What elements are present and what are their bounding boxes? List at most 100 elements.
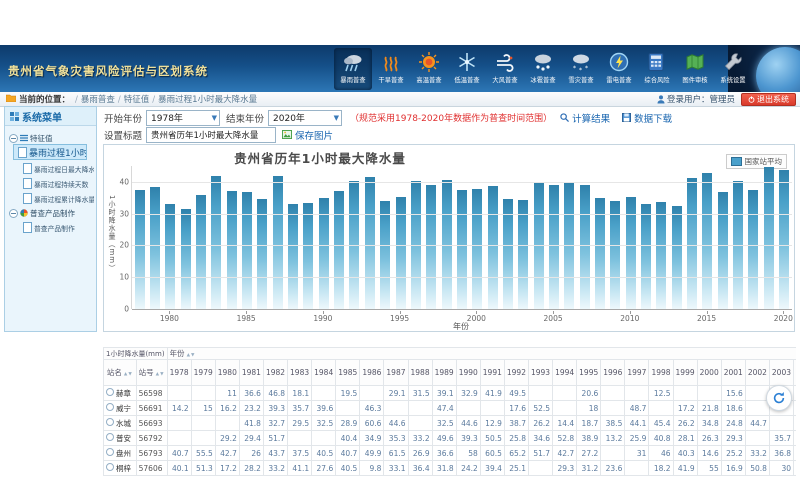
settings-icon — [722, 51, 744, 73]
year-header[interactable]: 年份 — [170, 349, 185, 358]
value-cell: 46.8 — [263, 386, 287, 401]
y-tick-label: 20 — [119, 241, 129, 250]
chart-title-input[interactable]: 贵州省历年1小时最大降水量 — [146, 127, 276, 143]
value-cell: 14.6 — [697, 446, 721, 461]
start-year-select[interactable]: 1978年▼ — [146, 110, 220, 126]
value-cell: 60.6 — [360, 416, 384, 431]
nav-item-map-review[interactable]: 图件审核 — [676, 48, 714, 90]
breadcrumb-item[interactable]: 暴雨过程1小时最大降水量 — [158, 95, 257, 105]
value-cell: 17.2 — [215, 461, 239, 476]
value-cell: 41.9 — [480, 386, 504, 401]
collapse-toggle-icon[interactable] — [9, 209, 18, 218]
nav-item-lowtemp[interactable]: 低温普查 — [448, 48, 486, 90]
nav-item-snow[interactable]: ***雪灾普查 — [562, 48, 600, 90]
nav-item-drought[interactable]: 干旱普查 — [372, 48, 410, 90]
wind-icon — [494, 51, 516, 73]
sort-arrows-icon[interactable]: ▲▼ — [124, 372, 133, 377]
sidebar-group-label: 普查产品制作 — [30, 208, 75, 219]
nav-item-rainstorm[interactable]: 暴雨普查 — [334, 48, 372, 90]
expand-row-icon[interactable] — [106, 433, 114, 441]
bar-2016 — [718, 192, 728, 309]
sort-arrows-icon[interactable]: ▲▼ — [156, 372, 165, 377]
value-cell — [528, 461, 552, 476]
data-download-button[interactable]: 数据下载 — [622, 111, 672, 125]
value-cell: 30 — [769, 461, 793, 476]
value-cell — [215, 416, 239, 431]
value-cell: 16.9 — [721, 461, 745, 476]
sidebar-group-features[interactable]: 特征值 — [9, 133, 96, 144]
bar-2014 — [687, 178, 697, 309]
value-cell — [673, 386, 697, 401]
logout-button[interactable]: 退出系统 — [741, 93, 796, 106]
station-name: 盘州 — [116, 449, 131, 458]
bar-1986 — [257, 199, 267, 309]
year-column-header: 2003 — [769, 360, 793, 386]
collapse-toggle-icon[interactable] — [9, 134, 18, 143]
nav-item-heat[interactable]: 高温普查 — [410, 48, 448, 90]
nav-item-settings[interactable]: 系统设置 — [714, 48, 752, 90]
sidebar-item[interactable]: 暴雨过程1小时最大降水量 — [13, 144, 87, 160]
nav-item-lightning[interactable]: 雷电普查 — [600, 48, 638, 90]
expand-row-icon[interactable] — [106, 388, 114, 396]
table-row: 赫章565981136.646.818.119.529.131.539.132.… — [104, 386, 797, 401]
expand-row-icon[interactable] — [106, 463, 114, 471]
folder-icon — [6, 94, 16, 105]
value-cell: 49.9 — [360, 446, 384, 461]
nav-item-label: 系统设置 — [720, 76, 745, 85]
end-year-select[interactable]: 2020年▼ — [268, 110, 342, 126]
chevron-down-icon: ▼ — [212, 114, 217, 122]
value-cell — [697, 386, 721, 401]
lowtemp-icon — [456, 51, 478, 73]
document-icon — [23, 163, 32, 174]
value-cell: 40.5 — [312, 446, 336, 461]
value-cell: 51.7 — [263, 431, 287, 446]
sidebar-item[interactable]: 暴雨过程累计降水量 — [21, 192, 94, 205]
station-id-header[interactable]: 站号 — [139, 368, 154, 377]
calc-result-button[interactable]: 计算结果 — [560, 111, 610, 125]
breadcrumb-item[interactable]: 特征值 — [124, 95, 150, 105]
station-id: 56793 — [136, 446, 167, 461]
year-column-header: 2004 — [794, 360, 797, 386]
floating-refresh-button[interactable] — [766, 385, 792, 411]
start-year-label: 开始年份 — [104, 111, 142, 125]
sidebar-item[interactable]: 暴雨过程日最大降水量 — [21, 162, 94, 175]
year-column-header: 1991 — [480, 360, 504, 386]
expand-row-icon[interactable] — [106, 448, 114, 456]
save-image-button[interactable]: 保存图片 — [282, 128, 333, 142]
expand-row-icon[interactable] — [106, 418, 114, 426]
nav-item-label: 暴雨普查 — [340, 76, 365, 85]
value-cell: 35.3 — [384, 431, 408, 446]
station-name-header[interactable]: 站名 — [107, 368, 122, 377]
svg-text:*: * — [585, 65, 588, 72]
value-cell: 58 — [456, 446, 480, 461]
value-cell — [769, 416, 793, 431]
nav-item-hail[interactable]: 冰雹普查 — [524, 48, 562, 90]
sidebar-group-products[interactable]: 普查产品制作 — [9, 208, 96, 219]
value-cell: 36.4 — [408, 461, 432, 476]
sidebar-item[interactable]: 普查产品制作 — [21, 221, 94, 234]
value-cell: 40.5 — [336, 461, 360, 476]
expand-row-icon[interactable] — [106, 403, 114, 411]
menu-icon — [10, 112, 19, 121]
sort-arrows-icon[interactable]: ▲▼ — [187, 353, 196, 358]
value-cell: 51.7 — [528, 446, 552, 461]
value-cell: 46 — [649, 446, 673, 461]
nav-item-label: 图件审核 — [682, 76, 707, 85]
breadcrumb-item[interactable]: 暴雨普查 — [81, 95, 115, 105]
value-cell: 12.9 — [480, 416, 504, 431]
value-cell — [649, 401, 673, 416]
document-icon — [23, 222, 32, 233]
subbar: 当前的位置： /暴雨普查/特征值/暴雨过程1小时最大降水量 登录用户：管理员 退… — [0, 92, 800, 107]
chart-panel: 贵州省历年1小时最大降水量 国家站平均 1小时降水量（mm） 010203040… — [103, 144, 795, 332]
year-column-header: 1988 — [408, 360, 432, 386]
nav-item-risk[interactable]: 综合风险 — [638, 48, 676, 90]
value-cell: 36.8 — [769, 446, 793, 461]
y-tick-label: 30 — [119, 209, 129, 218]
sidebar-item[interactable]: 暴雨过程持续天数 — [21, 177, 94, 190]
value-cell: 44.6 — [456, 416, 480, 431]
search-icon — [560, 113, 569, 122]
value-cell: 36.6 — [432, 446, 456, 461]
value-cell: 41.1 — [288, 461, 312, 476]
nav-item-wind[interactable]: 大风普查 — [486, 48, 524, 90]
value-cell — [312, 386, 336, 401]
